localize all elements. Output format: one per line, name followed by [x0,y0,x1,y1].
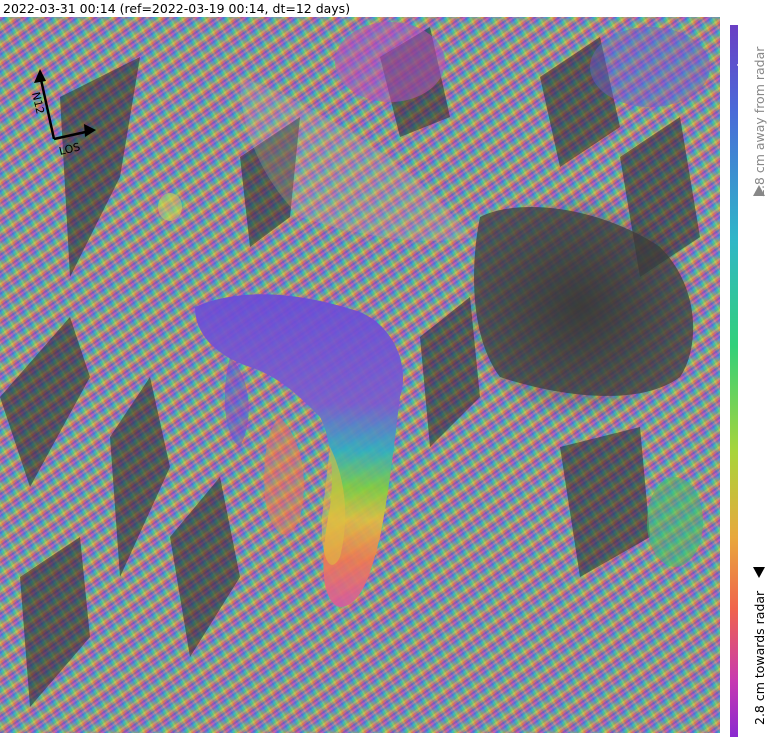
away-from-radar-label: 2.8 cm away from radar [752,46,767,197]
colorbar-min-label: −π [734,709,748,729]
towards-radar-label: 2.8 cm towards radar [752,590,767,725]
interferogram-map[interactable]: N12 LOS [0,17,720,733]
interferogram-image [0,17,720,733]
colorbar-gradient [730,25,738,737]
arrow-down-icon [753,567,765,578]
colorbar-max-label: +π [734,50,748,70]
phase-colorbar: +π −π 2.8 cm away from radar 2.8 cm towa… [720,17,769,737]
north-arrow-icon: N12 LOS [29,69,96,158]
compass-indicator: N12 LOS [18,67,98,158]
los-label: LOS [58,140,82,157]
arrow-up-icon [753,185,765,196]
interferogram-title: 2022-03-31 00:14 (ref=2022-03-19 00:14, … [3,1,351,16]
